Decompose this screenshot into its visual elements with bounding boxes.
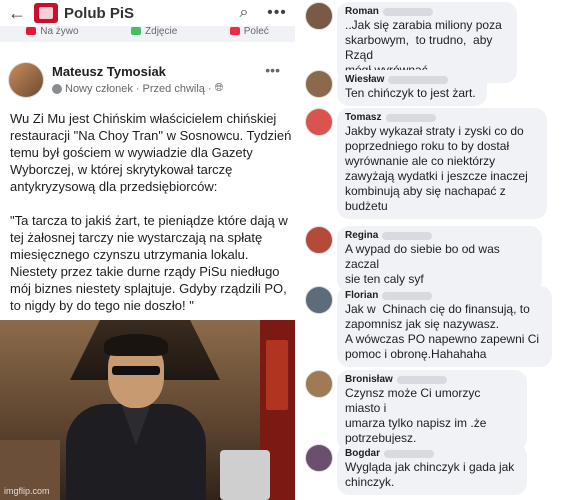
new-member-icon xyxy=(52,83,62,94)
globe-icon: 🌐︎ xyxy=(214,82,224,94)
post-header: Mateusz Tymosiak Nowy członek · Przed ch… xyxy=(8,62,288,102)
comments-panel: Roman ..Jak się zarabia miliony poza ska… xyxy=(295,0,570,500)
page-title[interactable]: Polub PiS xyxy=(64,5,229,22)
commenter-name[interactable]: Bogdar xyxy=(345,448,380,459)
commenter-name[interactable]: Florian xyxy=(345,290,378,301)
commenter-avatar[interactable] xyxy=(305,444,333,472)
live-button[interactable]: Na żywo xyxy=(26,26,79,37)
imgflip-watermark: imgflip.com xyxy=(4,486,50,496)
redacted-surname xyxy=(385,113,436,122)
more-options-icon[interactable]: ••• xyxy=(259,4,295,22)
comment-text: Jak w Chinach cię do finansują, to zapom… xyxy=(345,302,540,361)
commenter-name[interactable]: Tomasz xyxy=(345,112,382,123)
comment-bubble: Tomasz Jakby wykazał straty i zyski co d… xyxy=(337,108,547,219)
member-role: Nowy członek xyxy=(65,82,133,95)
page-avatar-icon[interactable] xyxy=(34,3,58,23)
post-meta: Nowy członek · Przed chwilą · 🌐︎ xyxy=(52,82,223,95)
commenter-avatar[interactable] xyxy=(305,108,333,136)
post-more-icon[interactable]: ••• xyxy=(265,62,280,78)
comment-text: ..Jak się zarabia miliony poza skarbowym… xyxy=(345,18,502,77)
photo-button[interactable]: Zdjęcie xyxy=(131,26,177,37)
meme-stove xyxy=(220,450,270,500)
redacted-surname xyxy=(388,75,449,84)
post-time[interactable]: Przed chwilą xyxy=(143,83,205,95)
meta-separator: · xyxy=(135,82,140,95)
commenter-avatar[interactable] xyxy=(305,286,333,314)
redacted-surname xyxy=(382,7,433,16)
redacted-surname xyxy=(396,375,447,384)
comment-text: Wygląda jak chinczyk i gada jak chinczyk… xyxy=(345,460,515,489)
recommend-button[interactable]: Poleć xyxy=(229,26,269,37)
comment-text: Jakby wykazał straty i zyski co do poprz… xyxy=(345,124,528,213)
redacted-surname xyxy=(382,291,433,300)
comment-text: A wypad do siebie bo od was zaczal sie t… xyxy=(345,242,500,286)
live-label: Na żywo xyxy=(40,26,79,37)
comment-bubble: Wiesław Ten chińczyk to jest żart. xyxy=(337,70,487,106)
meme-character-hair xyxy=(104,334,168,356)
comment-bubble: Bronisław Czynsz może Ci umorzyc miasto … xyxy=(337,370,527,451)
composer-actions: Na żywo Zdjęcie Poleć xyxy=(0,26,295,42)
recommend-icon xyxy=(229,27,240,35)
commenter-name[interactable]: Wiesław xyxy=(345,74,384,85)
comment-bubble: Florian Jak w Chinach cię do finansują, … xyxy=(337,286,552,367)
post-body: Wu Zi Mu jest Chińskim właścicielem chiń… xyxy=(10,111,292,313)
comment-bubble: Bogdar Wygląda jak chinczyk i gada jak c… xyxy=(337,444,527,495)
photo-label: Zdjęcie xyxy=(145,26,178,37)
redacted-surname xyxy=(384,449,434,458)
commenter-avatar[interactable] xyxy=(305,370,333,398)
meta-separator: · xyxy=(207,82,212,95)
comment-bubble: Regina A wypad do siebie bo od was zacza… xyxy=(337,226,542,292)
commenter-avatar[interactable] xyxy=(305,70,333,98)
redacted-surname xyxy=(382,231,433,240)
back-arrow-icon[interactable]: ← xyxy=(0,3,34,24)
post-panel: ← Polub PiS ⌕ ••• Na żywo Zdjęcie Poleć … xyxy=(0,0,295,500)
commenter-name[interactable]: Bronisław xyxy=(345,374,393,385)
commenter-avatar[interactable] xyxy=(305,2,333,30)
top-bar: ← Polub PiS ⌕ ••• xyxy=(0,0,295,26)
comment-text: Ten chińczyk to jest żart. xyxy=(345,86,476,100)
commenter-avatar[interactable] xyxy=(305,226,333,254)
recommend-label: Poleć xyxy=(243,26,269,37)
commenter-name[interactable]: Roman xyxy=(345,6,379,17)
meme-character-sunglasses xyxy=(112,366,160,375)
comment-text: Czynsz może Ci umorzyc miasto i umarza t… xyxy=(345,386,487,445)
meme-image[interactable]: imgflip.com xyxy=(0,320,295,500)
photo-icon xyxy=(131,27,142,35)
live-icon xyxy=(26,27,37,35)
commenter-name[interactable]: Regina xyxy=(345,230,378,241)
search-icon[interactable]: ⌕ xyxy=(229,4,259,22)
author-avatar[interactable] xyxy=(8,62,44,98)
author-name[interactable]: Mateusz Tymosiak xyxy=(52,64,223,79)
